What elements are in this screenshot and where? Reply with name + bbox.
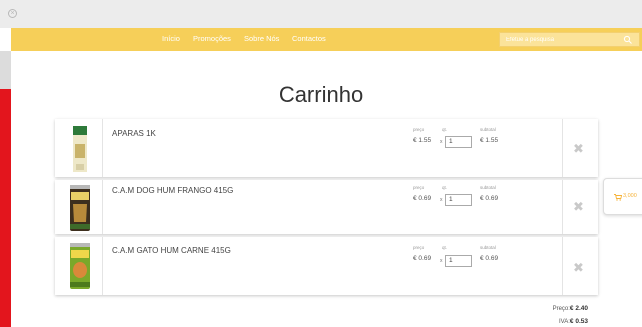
cart-item: APARAS 1K preço qt. subtotal € 1.55 x 1 … [55,119,598,177]
subtotal-label: subtotal [480,245,496,250]
page-title: Carrinho [278,82,364,107]
search-box [499,32,640,47]
product-name: C.A.M GATO HUM CARNE 415G [112,246,231,255]
price-label: preço [413,245,425,250]
price-label: preço [413,185,425,190]
total-vat-label: IVA: [559,319,570,325]
total-price: Preço:€ 2.40 [553,305,588,312]
mini-cart-button[interactable]: 3,000 [603,178,642,215]
qty-label: qt. [442,245,448,250]
subtotal-value: € 0.69 [480,195,499,202]
qty-prefix: x [440,139,443,145]
cart-icon [614,194,622,201]
window-titlebar: × [0,0,642,28]
search-icon[interactable] [623,35,633,45]
divider [102,180,103,234]
total-vat: IVA:€ 0.53 [559,318,588,325]
divider [562,237,563,295]
remove-item-icon[interactable]: ✖ [573,200,584,213]
qty-label: qt. [442,185,448,190]
divider [102,237,103,295]
nav-item-inicio[interactable]: Início [162,34,180,43]
price-value: € 1.55 [413,137,432,144]
remove-item-icon[interactable]: ✖ [573,261,584,274]
quantity-input[interactable]: 1 [445,136,472,148]
cart-item: C.A.M GATO HUM CARNE 415G preço qt. subt… [55,237,598,295]
mini-cart-total: 3,000 [623,193,637,199]
divider [562,180,563,234]
product-image [70,185,90,231]
price-label: preço [413,127,425,132]
product-image [73,126,87,172]
subtotal-label: subtotal [480,127,496,132]
quantity-input[interactable]: 1 [445,194,472,206]
price-value: € 0.69 [413,255,432,262]
qty-label: qt. [442,127,448,132]
nav-item-contactos[interactable]: Contactos [292,34,326,43]
nav-item-promocoes[interactable]: Promoções [193,34,231,43]
subtotal-value: € 0.69 [480,255,499,262]
product-image [70,243,90,289]
close-icon[interactable]: × [8,9,17,18]
cart-item: C.A.M DOG HUM FRANGO 415G preço qt. subt… [55,180,598,234]
qty-prefix: x [440,197,443,203]
quantity-input[interactable]: 1 [445,255,472,267]
search-input[interactable] [500,33,625,46]
qty-prefix: x [440,258,443,264]
total-price-label: Preço: [552,306,570,312]
product-name: APARAS 1K [112,129,156,138]
side-accent-bar [0,89,11,327]
main-navbar: Início Promoções Sobre Nós Contactos [11,28,642,51]
divider [562,119,563,177]
remove-item-icon[interactable]: ✖ [573,142,584,155]
total-price-value: € 2.40 [569,305,588,312]
nav-item-sobre-nos[interactable]: Sobre Nós [244,34,279,43]
price-value: € 0.69 [413,195,432,202]
subtotal-label: subtotal [480,185,496,190]
divider [102,119,103,177]
product-name: C.A.M DOG HUM FRANGO 415G [112,186,234,195]
subtotal-value: € 1.55 [480,137,499,144]
total-vat-value: € 0.53 [569,318,588,325]
